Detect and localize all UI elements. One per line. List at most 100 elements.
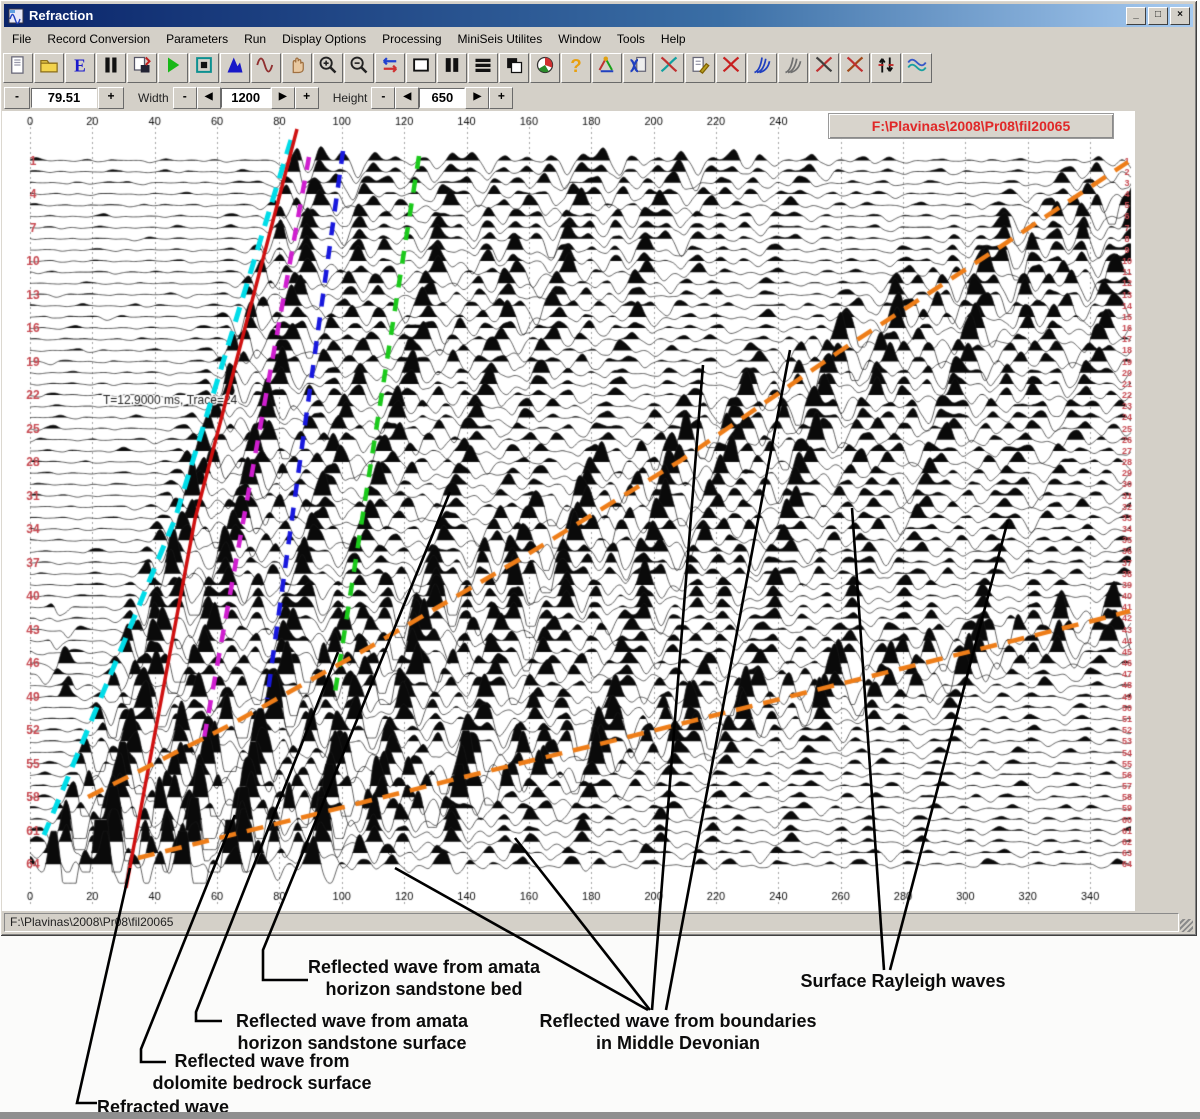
velocity-fan-icon <box>752 55 772 80</box>
edit-header-icon: E <box>70 55 90 80</box>
gain-value-field[interactable]: 79.51 <box>31 88 97 108</box>
close-button[interactable]: × <box>1170 7 1190 25</box>
menu-item-run[interactable]: Run <box>236 30 274 48</box>
dual-pane-icon <box>442 55 462 80</box>
width-minus-button[interactable]: - <box>173 87 197 109</box>
height-label: Height <box>333 91 368 105</box>
annotation-rayleigh: Surface Rayleigh waves <box>800 970 1005 992</box>
width-label: Width <box>138 91 169 105</box>
swap-traces-icon <box>380 55 400 80</box>
remove-trace-button[interactable] <box>716 53 746 83</box>
edit-notes-button[interactable] <box>685 53 715 83</box>
save-record-icon <box>132 55 152 80</box>
menu-item-tools[interactable]: Tools <box>609 30 653 48</box>
status-bar: F:\Plavinas\2008\Pr08\fil20065 <box>2 911 1195 934</box>
menu-bar: FileRecord ConversionParametersRunDispla… <box>4 29 1193 49</box>
zoom-out-button[interactable] <box>344 53 374 83</box>
overlay-panes-button[interactable] <box>499 53 529 83</box>
gain-plus-button[interactable]: + <box>98 87 124 109</box>
pause-icon <box>101 55 121 80</box>
new-file-button[interactable] <box>3 53 33 83</box>
width-value-field[interactable]: 1200 <box>221 88 271 108</box>
cross-curves-icon <box>814 55 834 80</box>
resize-grip[interactable] <box>1180 919 1193 932</box>
width-step-right-button[interactable]: ▶ <box>271 87 295 109</box>
color-settings-button[interactable] <box>530 53 560 83</box>
pause-button[interactable] <box>96 53 126 83</box>
height-minus-button[interactable]: - <box>371 87 395 109</box>
zoom-in-button[interactable] <box>313 53 343 83</box>
save-record-button[interactable] <box>127 53 157 83</box>
annotation-dolomite: Reflected wave from dolomite bedrock sur… <box>152 1050 371 1094</box>
gain-minus-button[interactable]: - <box>4 87 30 109</box>
menu-item-miniseis-utilites[interactable]: MiniSeis Utilites <box>450 30 551 48</box>
display-controls: - 79.51 + Width - ◀ 1200 ▶ + Height - ◀ … <box>4 86 513 110</box>
menu-item-window[interactable]: Window <box>550 30 609 48</box>
annotation-amata-bed: Reflected wave from amata horizon sandst… <box>308 956 540 1000</box>
maximize-button[interactable]: □ <box>1148 7 1168 25</box>
svg-text:?: ? <box>570 55 581 75</box>
window-title: Refraction <box>29 8 93 23</box>
process-flow-icon <box>597 55 617 80</box>
outline-display-button[interactable] <box>406 53 436 83</box>
menu-item-file[interactable]: File <box>4 30 39 48</box>
height-plus-button[interactable]: + <box>489 87 513 109</box>
width-step-left-button[interactable]: ◀ <box>197 87 221 109</box>
toolbar: E? <box>3 51 933 84</box>
height-value-field[interactable]: 650 <box>419 88 465 108</box>
height-step-left-button[interactable]: ◀ <box>395 87 419 109</box>
amplitude-peak-button[interactable] <box>220 53 250 83</box>
open-file-button[interactable] <box>34 53 64 83</box>
menu-item-help[interactable]: Help <box>653 30 694 48</box>
edit-notes-icon <box>690 55 710 80</box>
travel-time-icon <box>845 55 865 80</box>
seismogram-canvas[interactable] <box>2 111 1135 911</box>
process-flow-button[interactable] <box>592 53 622 83</box>
menu-item-record-conversion[interactable]: Record Conversion <box>39 30 158 48</box>
menu-item-parameters[interactable]: Parameters <box>158 30 236 48</box>
stack-view-button[interactable] <box>468 53 498 83</box>
menu-item-processing[interactable]: Processing <box>374 30 449 48</box>
wiggle-trace-button[interactable] <box>251 53 281 83</box>
pick-tool-icon <box>628 55 648 80</box>
delete-picks-icon <box>659 55 679 80</box>
svg-text:E: E <box>74 55 86 75</box>
pan-hand-button[interactable] <box>282 53 312 83</box>
file-path-label: F:\Plavinas\2008\Pr08\fil20065 <box>828 113 1114 139</box>
outline-display-icon <box>411 55 431 80</box>
color-settings-icon <box>535 55 555 80</box>
height-step-right-button[interactable]: ▶ <box>465 87 489 109</box>
wiggle-trace-icon <box>256 55 276 80</box>
dual-pane-button[interactable] <box>437 53 467 83</box>
run-play-button[interactable] <box>158 53 188 83</box>
title-bar[interactable]: Refraction _ □ × <box>4 4 1193 27</box>
menu-item-display-options[interactable]: Display Options <box>274 30 374 48</box>
overlay-waves-icon <box>907 55 927 80</box>
overlay-panes-icon <box>504 55 524 80</box>
annotation-amata-surface: Reflected wave from amata horizon sandst… <box>236 1010 468 1054</box>
refraction-window: Refraction _ □ × FileRecord ConversionPa… <box>0 0 1197 936</box>
help-button[interactable]: ? <box>561 53 591 83</box>
help-icon: ? <box>566 55 586 80</box>
swap-traces-button[interactable] <box>375 53 405 83</box>
width-plus-button[interactable]: + <box>295 87 319 109</box>
new-file-icon <box>8 55 28 80</box>
cross-curves-button[interactable] <box>809 53 839 83</box>
stop-display-icon <box>194 55 214 80</box>
edit-header-button[interactable]: E <box>65 53 95 83</box>
status-text: F:\Plavinas\2008\Pr08\fil20065 <box>4 913 1179 932</box>
minimize-button[interactable]: _ <box>1126 7 1146 25</box>
velocity-fan-button[interactable] <box>747 53 777 83</box>
pick-tool-button[interactable] <box>623 53 653 83</box>
annotation-devonian-line2: in Middle Devonian <box>539 1032 816 1054</box>
hodograph-button[interactable] <box>778 53 808 83</box>
hodograph-icon <box>783 55 803 80</box>
seismogram-panel: F:\Plavinas\2008\Pr08\fil20065 <box>2 111 1195 911</box>
travel-time-button[interactable] <box>840 53 870 83</box>
delete-picks-button[interactable] <box>654 53 684 83</box>
sort-traces-button[interactable] <box>871 53 901 83</box>
overlay-waves-button[interactable] <box>902 53 932 83</box>
stop-display-button[interactable] <box>189 53 219 83</box>
open-file-icon <box>39 55 59 80</box>
bottom-edge-strip <box>0 1112 1200 1119</box>
